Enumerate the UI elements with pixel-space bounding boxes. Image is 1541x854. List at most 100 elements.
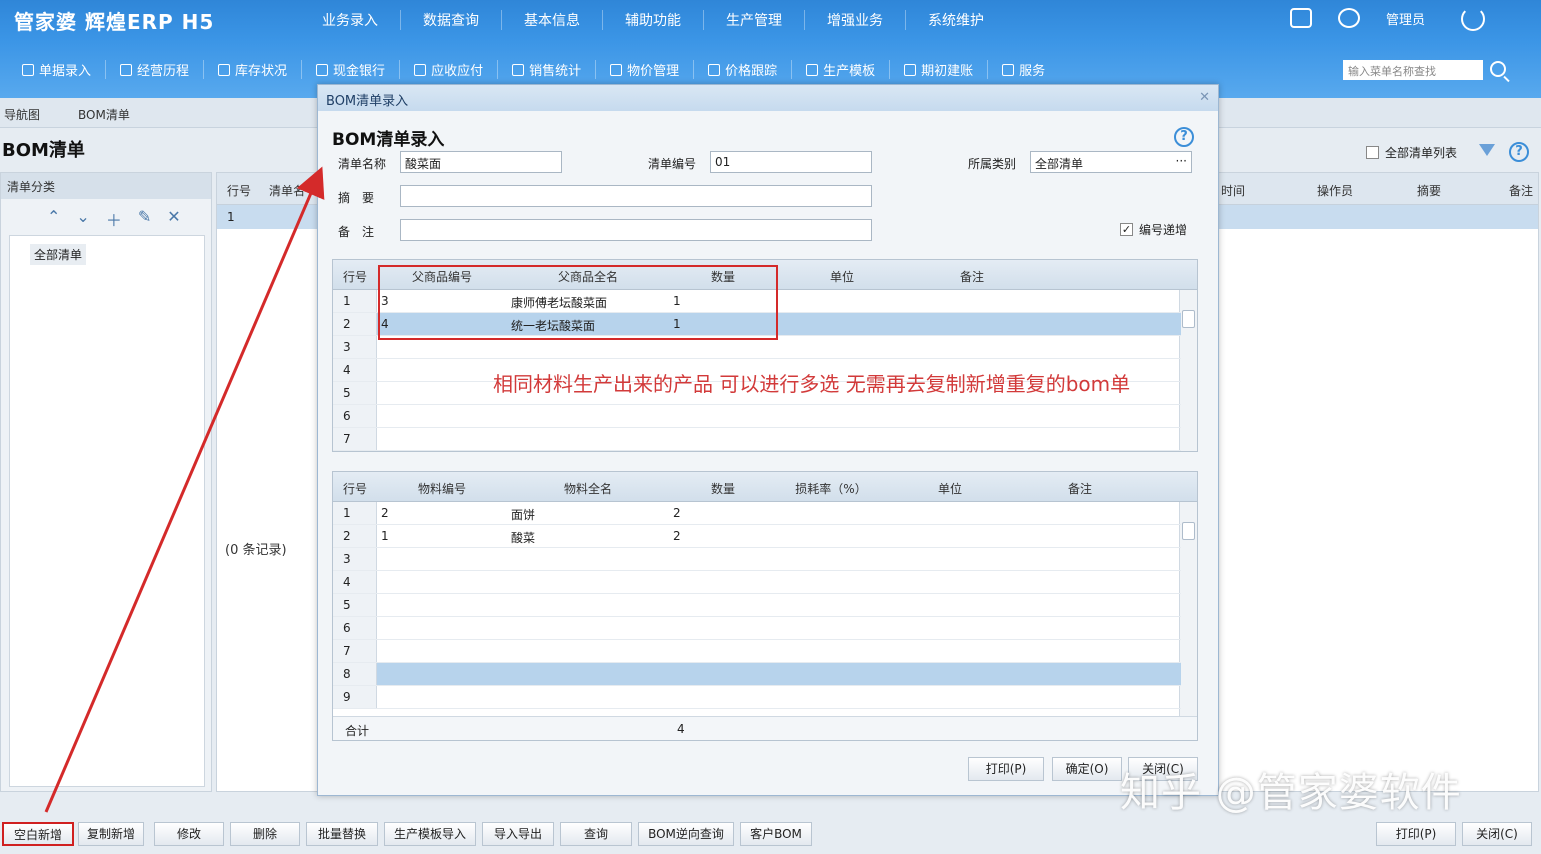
row-number-cell (333, 502, 377, 524)
row-number-cell (333, 290, 377, 312)
move-up-icon[interactable]: ⌃ (47, 207, 60, 231)
help-icon (1002, 63, 1015, 76)
bottom-toolbar: 空白新增 复制新增 修改 删除 批量替换 生产模板导入 导入导出 查询 BOM逆… (0, 818, 1541, 854)
tree-item-all[interactable]: 全部清单 (30, 244, 87, 265)
ledger-icon (414, 63, 427, 76)
toolbar-item[interactable]: 期初建账 (890, 60, 989, 79)
show-all-checkbox[interactable] (1366, 145, 1379, 159)
new-blank-button[interactable]: 空白新增 (2, 822, 74, 846)
move-down-icon[interactable]: ⌄ (76, 207, 89, 231)
dialog-title: BOM清单录入 (318, 85, 1218, 111)
template-import-button[interactable]: 生产模板导入 (384, 822, 476, 846)
auto-increment-checkbox[interactable]: ✓ (1120, 223, 1133, 236)
table-row[interactable]: 5 (333, 594, 1181, 617)
close-button[interactable]: 关闭(C) (1462, 822, 1532, 846)
batch-replace-button[interactable]: 批量替换 (306, 822, 378, 846)
menu-item[interactable]: 基本信息 (502, 10, 603, 30)
coin-icon (316, 63, 329, 76)
quantity-cell: 2 (673, 506, 681, 520)
summary-field[interactable] (400, 185, 872, 207)
toolbar-item[interactable]: 单据录入 (8, 60, 107, 79)
edit-icon[interactable]: ✎ (138, 207, 151, 231)
toolbar-item[interactable]: 价格跟踪 (694, 60, 793, 79)
edit-button[interactable]: 修改 (154, 822, 224, 846)
table-row[interactable]: 6 (333, 405, 1181, 428)
tab-nav[interactable]: 导航图 (4, 106, 40, 123)
menu-search-input[interactable]: 输入菜单名称查找 (1343, 60, 1483, 80)
table-row[interactable]: 7 (333, 428, 1181, 451)
table-row[interactable]: 6 (333, 617, 1181, 640)
menu-item[interactable]: 生产管理 (704, 10, 805, 30)
menu-item[interactable]: 数据查询 (401, 10, 502, 30)
table-row[interactable]: 3 (333, 548, 1181, 571)
message-icon[interactable] (1289, 8, 1312, 28)
tab-bom[interactable]: BOM清单 (78, 106, 130, 123)
row-number-cell (333, 428, 377, 450)
table-row[interactable]: 7 (333, 640, 1181, 663)
help-icon[interactable]: ? (1174, 127, 1194, 147)
print-button[interactable]: 打印(P) (968, 757, 1044, 781)
row-number: 8 (343, 667, 351, 681)
import-export-button[interactable]: 导入导出 (482, 822, 554, 846)
table-row[interactable]: 4 (333, 571, 1181, 594)
chart-icon (512, 63, 525, 76)
code-field[interactable]: 01 (710, 151, 872, 173)
vertical-scrollbar[interactable] (1179, 502, 1197, 716)
user-name[interactable]: 管理员 (1386, 9, 1425, 28)
delete-button[interactable]: 删除 (230, 822, 300, 846)
help-icon[interactable]: ? (1509, 142, 1530, 162)
row-number-cell (333, 571, 377, 593)
filter-icon[interactable] (1479, 144, 1496, 160)
print-button[interactable]: 打印(P) (1376, 822, 1456, 846)
app-logo: 管家婆 辉煌ERP H5 (14, 10, 215, 34)
customer-bom-button[interactable]: 客户BOM (740, 822, 812, 846)
price-icon (610, 63, 623, 76)
copy-new-button[interactable]: 复制新增 (78, 822, 144, 846)
row-number-cell (333, 405, 377, 427)
toolbar-item[interactable]: 应收应付 (400, 60, 499, 79)
column-header: 行号 (227, 184, 252, 198)
table-row[interactable]: 9 (333, 686, 1181, 709)
user-icon[interactable] (1337, 8, 1360, 28)
toolbar-item[interactable]: 销售统计 (498, 60, 597, 79)
auto-increment[interactable]: ✓ 编号递增 (1120, 221, 1187, 238)
row-number: 4 (343, 575, 351, 589)
annotation-text: 相同材料生产出来的产品 可以进行多选 无需再去复制新增重复的bom单 (493, 372, 1131, 396)
row-number: 6 (343, 621, 351, 635)
toolbar-item[interactable]: 服务 (988, 60, 1059, 79)
material-name-cell: 酸菜 (511, 531, 536, 545)
delete-icon[interactable]: ✕ (167, 207, 180, 231)
table-row[interactable]: 1 2 面饼 2 (333, 502, 1181, 525)
table-row[interactable]: 8 (333, 663, 1181, 686)
vertical-scrollbar[interactable] (1179, 290, 1197, 451)
toolbar-item[interactable]: 生产模板 (792, 60, 891, 79)
name-field[interactable]: 酸菜面 (400, 151, 562, 173)
row-number: 2 (343, 529, 351, 543)
close-icon[interactable]: ✕ (1199, 90, 1210, 105)
ok-button[interactable]: 确定(O) (1052, 757, 1122, 781)
add-icon[interactable]: ＋ (106, 207, 122, 231)
row-number: 7 (343, 432, 351, 446)
category-field[interactable]: 全部清单 ··· (1030, 151, 1192, 173)
row-number-cell (333, 617, 377, 639)
table-row[interactable]: 2 1 酸菜 2 (333, 525, 1181, 548)
toolbar-item[interactable]: 经营历程 (106, 60, 205, 79)
category-tree: 全部清单 (9, 235, 205, 787)
row-number-cell (333, 548, 377, 570)
column-header: 备注 (959, 270, 984, 284)
more-icon[interactable]: ··· (1176, 154, 1187, 168)
search-icon[interactable] (1490, 61, 1506, 77)
menu-item[interactable]: 业务录入 (300, 10, 401, 30)
menu-item[interactable]: 辅助功能 (603, 10, 704, 30)
setup-icon (904, 63, 917, 76)
toolbar-item[interactable]: 物价管理 (596, 60, 695, 79)
toolbar-item[interactable]: 库存状况 (204, 60, 303, 79)
menu-item[interactable]: 系统维护 (906, 10, 1006, 30)
query-button[interactable]: 查询 (560, 822, 632, 846)
note-field[interactable] (400, 219, 872, 241)
bom-reverse-query-button[interactable]: BOM逆向查询 (638, 822, 734, 846)
menu-item[interactable]: 增强业务 (805, 10, 906, 30)
category-panel: 清单分类 ⌃ ⌄ ＋ ✎ ✕ 全部清单 (0, 172, 212, 792)
toolbar-item[interactable]: 现金银行 (302, 60, 401, 79)
power-icon[interactable] (1461, 7, 1485, 31)
